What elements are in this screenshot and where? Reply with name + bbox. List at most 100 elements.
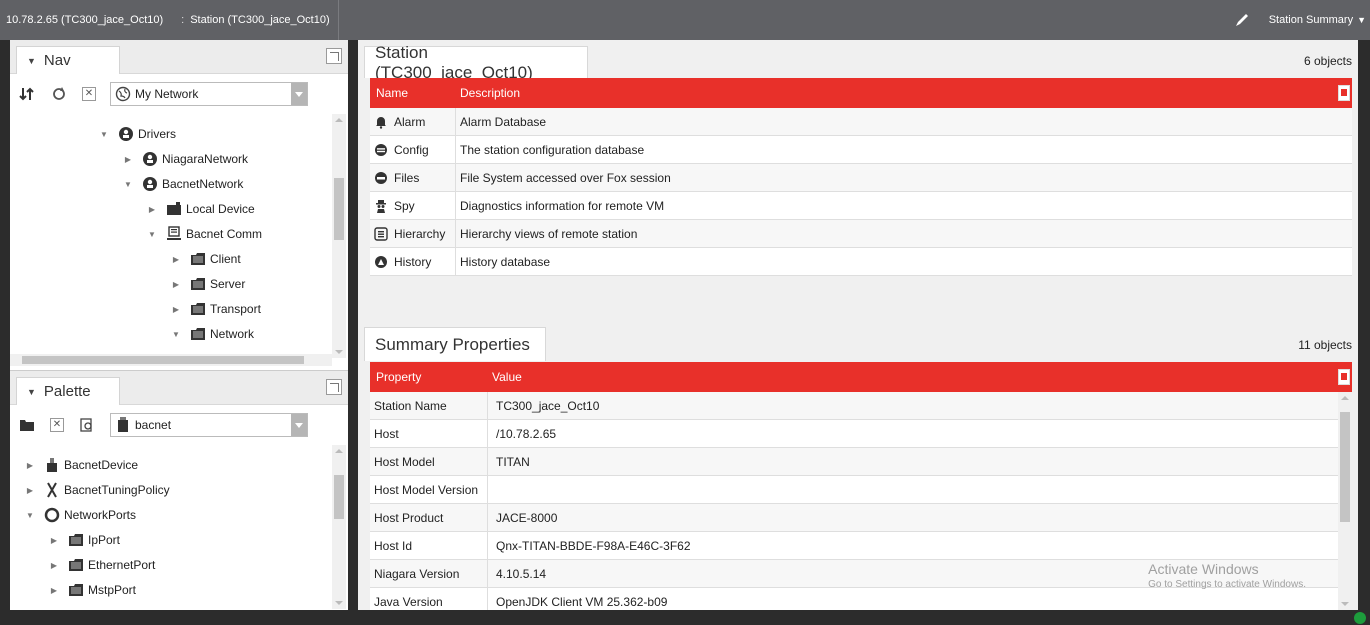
description-cell: Hierarchy views of remote station: [460, 226, 638, 241]
tree-node-label: BacnetTuningPolicy: [64, 483, 170, 497]
bell-icon: [374, 115, 388, 129]
tree-node-label: IpPort: [88, 533, 121, 547]
collapsed-arrow-icon[interactable]: ▶: [24, 461, 36, 470]
collapsed-arrow-icon[interactable]: ▶: [24, 486, 36, 495]
tree-node-label: Server: [210, 277, 246, 291]
tree-node[interactable]: ▶ BacnetTuningPolicy: [24, 478, 170, 502]
table-row[interactable]: Alarm Alarm Database: [370, 108, 1352, 136]
collapsed-arrow-icon[interactable]: ▶: [170, 305, 182, 314]
network-select[interactable]: My Network: [110, 82, 308, 106]
table-row[interactable]: Station Name TC300_jace_Oct10: [370, 392, 1338, 420]
value-cell: /10.78.2.65: [496, 426, 557, 441]
table-row[interactable]: Spy Diagnostics information for remote VM: [370, 192, 1352, 220]
device-icon: [44, 457, 60, 473]
table-row[interactable]: Config The station configuration database: [370, 136, 1352, 164]
nav-tab[interactable]: ▼ Nav: [16, 46, 120, 74]
column-header-value[interactable]: Value: [488, 370, 1288, 384]
collapsed-arrow-icon[interactable]: ▶: [170, 255, 182, 264]
palette-tree: ▶ BacnetDevice ▶ BacnetTuningPolicy ▼ Network…: [10, 445, 334, 609]
column-header-description[interactable]: Description: [456, 86, 1256, 100]
table-row[interactable]: Java Version OpenJDK Client VM 25.362-b09: [370, 588, 1338, 610]
breadcrumb-host[interactable]: 10.78.2.65 (TC300_jace_Oct10): [0, 14, 163, 26]
tree-node-label: NetworkPorts: [64, 508, 137, 522]
collapsed-arrow-icon[interactable]: ▶: [48, 536, 60, 545]
nav-horizontal-scrollbar[interactable]: [10, 354, 332, 366]
close-icon[interactable]: ✕: [82, 87, 96, 101]
folder-icon[interactable]: [18, 416, 36, 434]
collapsed-arrow-icon[interactable]: ▶: [146, 205, 158, 214]
expanded-arrow-icon[interactable]: ▼: [170, 330, 182, 339]
station-table: Name Description Alarm Alarm Database Conf…: [370, 78, 1352, 276]
collapsed-arrow-icon[interactable]: ▶: [48, 561, 60, 570]
expanded-arrow-icon[interactable]: ▼: [122, 180, 134, 189]
device-icon: [166, 201, 182, 217]
expanded-arrow-icon[interactable]: ▼: [146, 230, 158, 239]
tree-node-label: Local Device: [186, 202, 255, 216]
property-cell: Host Model: [370, 448, 488, 475]
tree-node[interactable]: ▶ Transport: [170, 297, 261, 321]
palette-tab[interactable]: ▼ Palette: [16, 377, 120, 405]
pencil-icon[interactable]: [1233, 11, 1251, 29]
collapsed-arrow-icon[interactable]: ▶: [122, 155, 134, 164]
view-selector[interactable]: Station Summary ▼: [1269, 14, 1370, 26]
close-icon[interactable]: ✕: [50, 418, 64, 432]
expanded-arrow-icon[interactable]: ▼: [24, 511, 36, 520]
breadcrumb-station[interactable]: : Station (TC300_jace_Oct10): [175, 14, 329, 26]
maximize-icon[interactable]: [326, 379, 342, 395]
tree-node[interactable]: ▶ IpPort: [48, 528, 120, 552]
history-icon: [374, 255, 388, 269]
tree-node[interactable]: ▶ MstpPort: [48, 578, 136, 602]
tree-node[interactable]: ▼ NetworkPorts: [24, 503, 136, 527]
property-cell: Station Name: [370, 392, 488, 419]
station-object-count: 6 objects: [1303, 54, 1352, 68]
tree-node[interactable]: ▼ Bacnet Comm: [146, 222, 262, 246]
collapsed-arrow-icon[interactable]: ▶: [48, 586, 60, 595]
network-icon: [142, 176, 158, 192]
tree-node[interactable]: ▶ NiagaraNetwork: [122, 147, 248, 171]
summary-vertical-scrollbar[interactable]: [1338, 392, 1352, 610]
tree-node[interactable]: ▶ Local Device: [146, 197, 255, 221]
palette-toolbar: ✕ bacnet: [10, 405, 348, 445]
side-bar: ▼ Nav ✕ My Network ▼ Drivers ▶ NiagaraNetwor…: [10, 40, 348, 610]
sync-arrows-icon[interactable]: [18, 85, 36, 103]
table-row[interactable]: Host Id Qnx-TITAN-BBDE-F98A-E46C-3F62: [370, 532, 1338, 560]
folder-icon: [68, 582, 84, 598]
tree-node[interactable]: ▶ EthernetPort: [48, 553, 155, 577]
table-row[interactable]: Files File System accessed over Fox sessi…: [370, 164, 1352, 192]
driver-icon: [118, 126, 134, 142]
maximize-icon[interactable]: [326, 48, 342, 64]
tree-node-label: EthernetPort: [88, 558, 156, 572]
table-row[interactable]: Hierarchy Hierarchy views of remote stati…: [370, 220, 1352, 248]
nav-tree: ▼ Drivers ▶ NiagaraNetwork ▼ BacnetNetwork ▶ Lo…: [10, 114, 334, 358]
table-row[interactable]: Host Model Version: [370, 476, 1338, 504]
palette-vertical-scrollbar[interactable]: [332, 445, 346, 609]
palette-module-select[interactable]: bacnet: [110, 413, 308, 437]
tree-node[interactable]: ▶ BacnetDevice: [24, 453, 138, 477]
property-cell: Niagara Version: [370, 560, 488, 587]
column-chooser-icon[interactable]: [1338, 369, 1350, 385]
expanded-arrow-icon[interactable]: ▼: [98, 130, 110, 139]
tree-node[interactable]: ▶ Server: [170, 272, 245, 296]
tree-node[interactable]: ▼ Network: [170, 322, 254, 346]
palette-pane: ▼ Palette ✕ bacnet ▶ BacnetDevice ▶ BacnetTu…: [10, 370, 348, 610]
name-cell: Files: [370, 164, 456, 191]
tree-node[interactable]: ▶ Client: [170, 247, 241, 271]
table-row[interactable]: Host Product JACE-8000: [370, 504, 1338, 532]
connection-status-icon: [1354, 612, 1366, 624]
refresh-icon[interactable]: [50, 85, 68, 103]
table-row[interactable]: Host Model TITAN: [370, 448, 1338, 476]
nav-vertical-scrollbar[interactable]: [332, 114, 346, 358]
tree-node[interactable]: ▼ Drivers: [98, 122, 176, 146]
column-header-name[interactable]: Name: [370, 86, 456, 100]
tree-node[interactable]: ▼ BacnetNetwork: [122, 172, 243, 196]
search-palette-icon[interactable]: [78, 416, 96, 434]
station-rows: Alarm Alarm Database Config The station con…: [370, 108, 1352, 276]
column-header-property[interactable]: Property: [370, 370, 488, 384]
column-chooser-icon[interactable]: [1338, 85, 1350, 101]
table-row[interactable]: Host/10.78.2.65: [370, 420, 1338, 448]
folder-icon: [68, 557, 84, 573]
collapsed-arrow-icon[interactable]: ▶: [170, 280, 182, 289]
chevron-down-icon: ▼: [1357, 15, 1366, 25]
tree-node-label: MstpPort: [88, 583, 137, 597]
table-row[interactable]: History History database: [370, 248, 1352, 276]
